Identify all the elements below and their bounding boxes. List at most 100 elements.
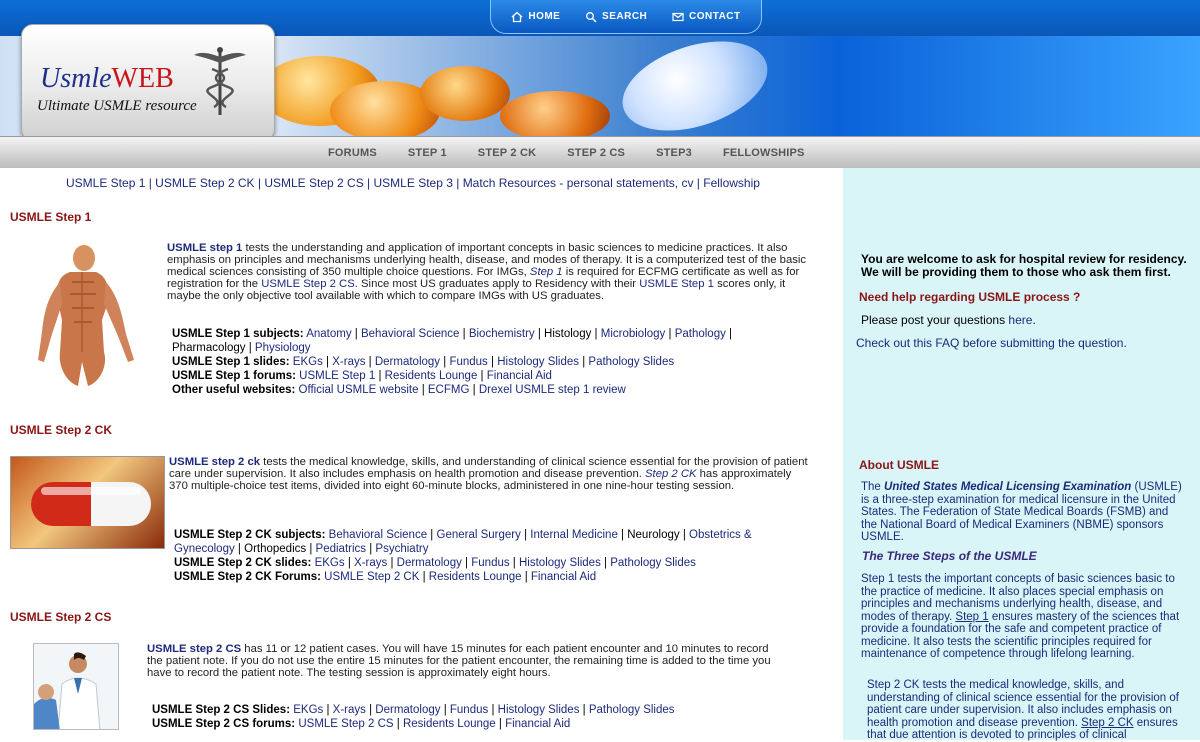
ck-subject-general-surgery[interactable]: General Surgery [437,529,521,541]
cs-slide-ekgs[interactable]: EKGs [293,704,323,716]
nav-contact-label: CONTACT [688,11,741,22]
ck-subject-neurology: Neurology [627,529,680,541]
cs-slide-pathology[interactable]: Pathology Slides [589,704,675,716]
subject-behavioral-science[interactable]: Behavioral Science [361,328,459,340]
three-steps-heading: The Three Steps of the USMLE [862,549,1037,563]
nav-step2cs[interactable]: STEP 2 CS [567,147,625,159]
quick-link-fellowship[interactable]: Fellowship [703,176,760,190]
top-nav: HOME SEARCH CONTACT [490,0,762,34]
welcome-text: You are welcome to ask for hospital revi… [861,252,1187,279]
slide-xrays[interactable]: X-rays [332,356,365,368]
nav-forums[interactable]: FORUMS [328,147,377,159]
nav-home[interactable]: HOME [511,11,560,23]
step1-link-step1[interactable]: USMLE Step 1 [639,278,714,290]
capsule-image [10,456,165,549]
cs-slide-dermatology[interactable]: Dermatology [375,704,440,716]
search-icon [586,11,597,23]
home-icon [511,11,523,22]
step1-heading: USMLE Step 1 [10,210,92,224]
nav-step2ck[interactable]: STEP 2 CK [478,147,536,159]
cs-forum-financial-aid[interactable]: Financial Aid [505,718,570,730]
link-drexel[interactable]: Drexel USMLE step 1 review [479,384,626,396]
subject-pathology[interactable]: Pathology [675,328,726,340]
slide-ekgs[interactable]: EKGs [293,356,323,368]
step2ck-lead: USMLE step 2 ck [169,456,261,468]
quick-link-match[interactable]: Match Resources - personal statements, c… [463,176,694,190]
forum-financial-aid[interactable]: Financial Aid [487,370,552,382]
quick-links: USMLE Step 1 | USMLE Step 2 CK | USMLE S… [66,176,760,190]
sidebar-step2ck-link[interactable]: Step 2 CK [1081,717,1133,729]
doctor-patient-image [33,643,119,730]
quick-link-step2ck[interactable]: USMLE Step 2 CK [155,176,254,190]
slide-fundus[interactable]: Fundus [449,356,487,368]
step2ck-summary: Step 2 CK tests the medical knowledge, s… [867,679,1179,741]
nav-search[interactable]: SEARCH [585,11,647,23]
anatomy-image [22,242,142,392]
subject-biochemistry[interactable]: Biochemistry [469,328,535,340]
link-official-usmle[interactable]: Official USMLE website [299,384,419,396]
step1-lead: USMLE step 1 [167,242,243,254]
slide-histology[interactable]: Histology Slides [497,356,579,368]
faq-link[interactable]: Check out this FAQ before submitting the… [856,337,1127,350]
post-question-text: Please post your questions here. [861,313,1036,327]
about-heading: About USMLE [859,458,939,472]
ck-subject-pediatrics[interactable]: Pediatrics [316,543,367,555]
cs-slide-histology[interactable]: Histology Slides [498,704,580,716]
sidebar-step1-link[interactable]: Step 1 [861,573,894,585]
step2ck-description: USMLE step 2 ck tests the medical knowle… [169,456,808,492]
nav-step3[interactable]: STEP3 [656,147,692,159]
cs-forum-residents-lounge[interactable]: Residents Lounge [403,718,496,730]
site-logo[interactable]: UsmleWEB Ultimate USMLE resource [21,24,275,141]
forum-step1[interactable]: USMLE Step 1 [299,370,375,382]
subject-physiology[interactable]: Physiology [255,342,311,354]
step1-description: USMLE step 1 tests the understanding and… [167,242,807,302]
subject-anatomy[interactable]: Anatomy [306,328,351,340]
ck-slide-pathology[interactable]: Pathology Slides [610,557,696,569]
ck-subject-internal-medicine[interactable]: Internal Medicine [530,529,618,541]
step1-resources: USMLE Step 1 subjects: Anatomy | Behavio… [172,328,733,396]
ck-subject-psychiatry[interactable]: Psychiatry [375,543,428,555]
step2cs-description: USMLE step 2 CS has 11 or 12 patient cas… [147,643,771,679]
step2ck-italic-link[interactable]: Step 2 CK [645,468,697,480]
subject-microbiology[interactable]: Microbiology [601,328,666,340]
ck-slide-fundus[interactable]: Fundus [471,557,509,569]
ck-subject-behavioral-science[interactable]: Behavioral Science [329,529,427,541]
ck-forum-step2ck[interactable]: USMLE Step 2 CK [324,571,419,583]
quick-link-step3[interactable]: USMLE Step 3 [374,176,453,190]
subject-pharmacology: Pharmacology [172,342,246,354]
slide-pathology[interactable]: Pathology Slides [588,356,674,368]
main-content: USMLE Step 1 | USMLE Step 2 CK | USMLE S… [0,168,843,740]
ck-slide-xrays[interactable]: X-rays [354,557,387,569]
ck-slide-histology[interactable]: Histology Slides [519,557,601,569]
step2cs-resources: USMLE Step 2 CS Slides: EKGs | X-rays | … [152,704,675,730]
cs-slide-xrays[interactable]: X-rays [333,704,366,716]
ck-forum-financial-aid[interactable]: Financial Aid [531,571,596,583]
slide-dermatology[interactable]: Dermatology [375,356,440,368]
nav-home-label: HOME [528,11,561,22]
step2ck-heading: USMLE Step 2 CK [10,423,113,437]
step1-link-step2cs[interactable]: USMLE Step 2 CS [261,278,355,290]
nav-contact[interactable]: CONTACT [672,11,741,23]
sidebar-step1-link-2[interactable]: Step 1 [955,611,988,623]
step2cs-heading: USMLE Step 2 CS [10,610,112,624]
quick-link-step2cs[interactable]: USMLE Step 2 CS [264,176,363,190]
post-question-link[interactable]: here [1008,313,1032,327]
nav-step1[interactable]: STEP 1 [408,147,447,159]
ck-forum-residents-lounge[interactable]: Residents Lounge [429,571,522,583]
help-heading: Need help regarding USMLE process ? [859,290,1081,304]
main-nav: FORUMS STEP 1 STEP 2 CK STEP 2 CS STEP3 … [0,136,1200,168]
about-text: The United States Medical Licensing Exam… [861,481,1182,543]
ck-subject-orthopedics: Orthopedics [244,543,307,555]
ck-slide-ekgs[interactable]: EKGs [315,557,345,569]
subject-histology: Histology [544,328,592,340]
link-ecfmg[interactable]: ECFMG [428,384,470,396]
cs-forum-step2cs[interactable]: USMLE Step 2 CS [298,718,393,730]
ck-slide-dermatology[interactable]: Dermatology [397,557,462,569]
caduceus-icon [194,47,246,115]
step1-italic-link[interactable]: Step 1 [530,266,563,278]
forum-residents-lounge[interactable]: Residents Lounge [385,370,478,382]
site-header: HOME SEARCH CONTACT UsmleWEB Ultimate US… [0,0,1200,168]
nav-fellowships[interactable]: FELLOWSHIPS [723,147,805,159]
cs-slide-fundus[interactable]: Fundus [450,704,488,716]
quick-link-step1[interactable]: USMLE Step 1 [66,176,145,190]
